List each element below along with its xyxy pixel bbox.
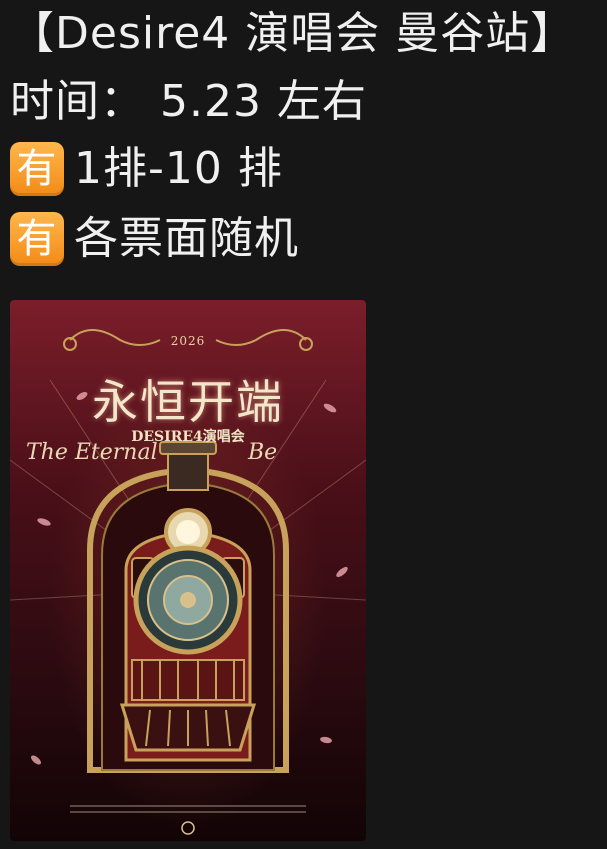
you-emoji-icon: 有 [10, 212, 64, 266]
post-time: 时间： 5.23 左右 [10, 76, 367, 127]
you-emoji-icon: 有 [10, 142, 64, 196]
post-title: 【Desire4 演唱会 曼谷站】 [10, 8, 576, 59]
chat-screen: 【Desire4 演唱会 曼谷站】 时间： 5.23 左右 有 1排-10 排 … [0, 0, 607, 849]
concert-poster-image[interactable]: 2026 永恒开端 DESIRE4演唱会 The Eternal Be [10, 300, 366, 841]
seat-range-text: 1排-10 排 [74, 143, 283, 194]
poster-title-english-right: Be [248, 440, 278, 465]
poster-fine-print [70, 805, 306, 825]
post-seat-row: 有 1排-10 排 [10, 142, 283, 196]
ticket-face-text: 各票面随机 [74, 213, 299, 264]
poster-year: 2026 [170, 334, 206, 348]
post-ticket-row: 有 各票面随机 [10, 212, 299, 266]
poster-title-english-left: The Eternal [26, 440, 158, 465]
poster-title-chinese: 永恒开端 [92, 375, 284, 429]
